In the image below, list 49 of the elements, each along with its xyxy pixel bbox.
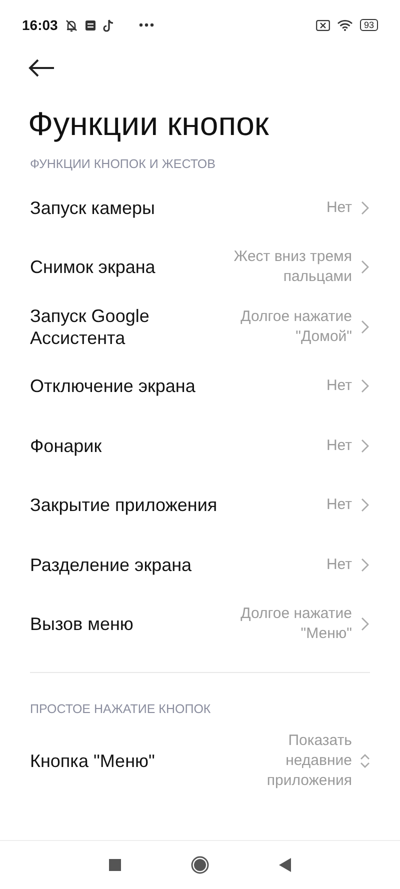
row-value: Нет (326, 376, 352, 396)
chevron-right-icon (360, 200, 370, 216)
settings-row[interactable]: Вызов меню Долгое нажатие "Меню" (0, 594, 400, 654)
settings-row[interactable]: Запуск камеры Нет (0, 178, 400, 238)
chevron-right-icon (360, 259, 370, 276)
up-down-icon (360, 753, 370, 769)
row-title: Отключение экрана (30, 375, 196, 398)
row-title: Снимок экрана (30, 256, 156, 278)
chevron-right-icon (360, 378, 370, 394)
settings-row[interactable]: Фонарик Нет (0, 416, 400, 476)
row-title: Фонарик (30, 434, 103, 457)
row-value: Жест вниз тремя пальцами (232, 247, 352, 288)
settings-row[interactable]: Запуск Google Ассистента Долгое нажатие "Домой" (0, 297, 400, 356)
row-value: Нет (326, 436, 352, 456)
settings-row[interactable]: Разделение экрана Нет (0, 535, 400, 594)
more-dots-icon (138, 23, 154, 27)
row-value: Нет (326, 554, 352, 575)
message-icon (84, 20, 96, 30)
wifi-icon (336, 19, 353, 31)
row-title: Запуск Google Ассистента (30, 304, 150, 349)
music-note-icon (102, 18, 114, 32)
row-title: Разделение экрана (30, 554, 193, 576)
settings-row[interactable]: Отключение экрана Нет (0, 356, 400, 416)
chevron-right-icon (360, 556, 370, 573)
chevron-right-icon (360, 497, 370, 514)
chevron-right-icon (360, 438, 370, 454)
back-icon[interactable] (279, 858, 291, 872)
section-header: ФУНКЦИИ КНОПОК И ЖЕСТОВ (30, 156, 216, 172)
row-title: Запуск камеры (30, 196, 156, 219)
status-time: 16:03 (22, 17, 58, 33)
row-value: Нет (326, 495, 352, 516)
no-sim-icon (316, 20, 330, 30)
row-title: Кнопка "Меню" (30, 750, 156, 772)
row-value: Показать недавние приложения (266, 731, 352, 791)
row-value: Долгое нажатие "Домой" (240, 306, 352, 347)
chevron-right-icon (360, 318, 370, 335)
battery-level: 93 (360, 19, 378, 31)
settings-row[interactable]: Кнопка "Меню" Показать недавние приложения (0, 717, 400, 805)
section-header: ПРОСТОЕ НАЖАТИЕ КНОПОК (30, 701, 212, 717)
row-value: Нет (326, 198, 352, 218)
muted-bell-icon (64, 18, 78, 32)
chevron-right-icon (360, 616, 370, 632)
row-title: Вызов меню (30, 613, 134, 636)
settings-row[interactable]: Закрытие приложения Нет (0, 476, 400, 535)
settings-row[interactable]: Снимок экрана Жест вниз тремя пальцами (0, 238, 400, 297)
page-title: Функции кнопок (28, 104, 270, 144)
row-title: Закрытие приложения (30, 494, 218, 516)
row-value: Долгое нажатие "Меню" (240, 604, 352, 644)
home-icon[interactable] (191, 856, 209, 874)
